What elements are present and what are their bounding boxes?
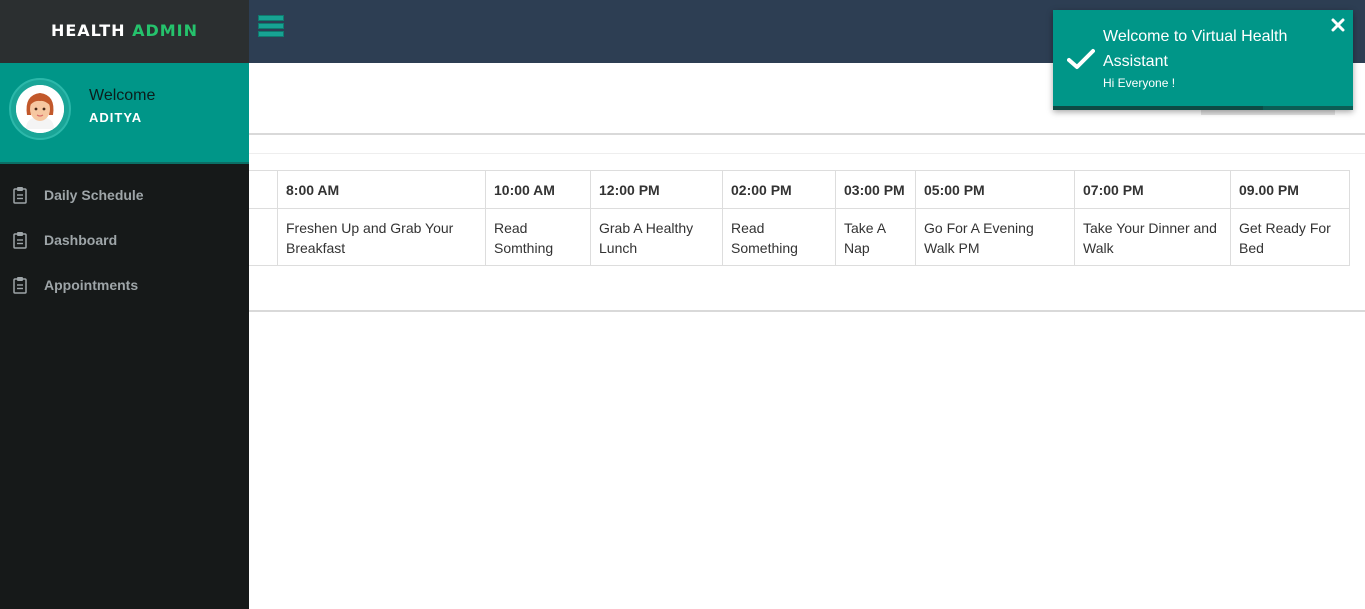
sidebar-item-dashboard[interactable]: Dashboard xyxy=(0,217,249,262)
sidebar-item-appointments[interactable]: Appointments xyxy=(0,262,249,307)
schedule-activity-cell: Freshen Up and Grab Your Breakfast xyxy=(277,208,486,266)
sidebar-item-label: Daily Schedule xyxy=(44,186,144,203)
clipboard-icon xyxy=(13,231,27,249)
toast-message: Hi Everyone ! xyxy=(1103,76,1176,90)
schedule-activity-cell: Grab A Healthy Lunch xyxy=(590,208,723,266)
welcome-toast[interactable]: Welcome to Virtual Health Assistant Hi E… xyxy=(1053,10,1353,110)
close-icon[interactable] xyxy=(1331,18,1345,32)
schedule-activity-row: Freshen Up and Grab Your Breakfast Read … xyxy=(178,208,1350,266)
toast-title: Welcome to Virtual Health Assistant xyxy=(1103,28,1288,70)
checkmark-icon xyxy=(1067,49,1095,69)
clipboard-icon xyxy=(13,276,27,294)
user-profile: Welcome ADITYA xyxy=(0,63,249,164)
sidebar-nav: Daily Schedule Dashboard Appointments xyxy=(0,172,249,307)
schedule-activity-cell: Go For A Evening Walk PM xyxy=(915,208,1075,266)
sidebar-item-daily-schedule[interactable]: Daily Schedule xyxy=(0,172,249,217)
schedule-time-header: 09.00 PM xyxy=(1230,170,1350,209)
schedule-activity-cell: Take Your Dinner and Walk xyxy=(1074,208,1231,266)
schedule-activity-cell: Read Somthing xyxy=(485,208,591,266)
brand-name-part2: ADMIN xyxy=(132,21,199,40)
username: ADITYA xyxy=(89,110,143,125)
schedule-time-header: 02:00 PM xyxy=(722,170,836,209)
schedule-activity-cell: Get Ready For Bed xyxy=(1230,208,1350,266)
schedule-time-header: 12:00 PM xyxy=(590,170,723,209)
avatar-face-icon xyxy=(16,85,64,133)
sidebar-item-label: Dashboard xyxy=(44,231,118,248)
schedule-activity-cell: Read Something xyxy=(722,208,836,266)
toast-progress-fill xyxy=(1053,106,1263,110)
schedule-time-header: 10:00 AM xyxy=(485,170,591,209)
schedule-time-header: 07:00 PM xyxy=(1074,170,1231,209)
avatar xyxy=(9,78,71,140)
schedule-time-header: 8:00 AM xyxy=(277,170,486,209)
sidebar: HEALTH ADMIN Welcome ADITYA Daily Schedu… xyxy=(0,0,249,609)
brand-name-part1: HEALTH xyxy=(50,21,126,40)
schedule-activity-cell: Take A Nap xyxy=(835,208,916,266)
schedule-header-row: 6:00 AM 8:00 AM 10:00 AM 12:00 PM 02:00 … xyxy=(178,170,1350,209)
toast-progress-bar xyxy=(1053,106,1353,110)
schedule-time-header: 03:00 PM xyxy=(835,170,916,209)
welcome-text: Welcome xyxy=(89,87,156,104)
sidebar-item-label: Appointments xyxy=(44,276,139,293)
schedule-time-header: 05:00 PM xyxy=(915,170,1075,209)
brand-logo[interactable]: HEALTH ADMIN xyxy=(0,0,249,63)
schedule-table: 6:00 AM 8:00 AM 10:00 AM 12:00 PM 02:00 … xyxy=(178,170,1350,266)
clipboard-icon xyxy=(13,186,27,204)
menu-toggle-icon[interactable] xyxy=(258,15,284,37)
